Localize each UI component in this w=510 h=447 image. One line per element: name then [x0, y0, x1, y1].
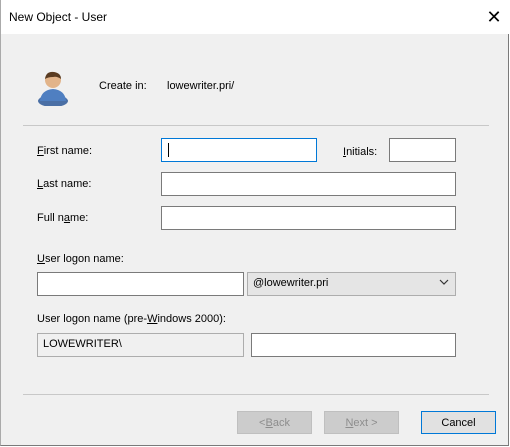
create-in-label: Create in: — [99, 80, 147, 92]
pre2000-label: User logon name (pre-Windows 2000): — [37, 313, 226, 325]
new-object-user-dialog: New Object - User ✕ Create in: lowewrite… — [0, 0, 510, 446]
logon-name-input[interactable] — [37, 272, 244, 296]
last-name-label: Last name: — [37, 178, 92, 190]
last-name-input[interactable] — [161, 172, 456, 196]
initials-label: Initials: — [343, 146, 378, 158]
divider-bottom — [23, 394, 489, 395]
first-name-label: First name: — [37, 145, 93, 157]
chevron-down-icon — [439, 279, 449, 285]
title-bar: New Object - User ✕ — [1, 0, 510, 34]
create-in-value: lowewriter.pri/ — [167, 80, 235, 92]
initials-input[interactable] — [389, 138, 456, 162]
full-name-input[interactable] — [161, 206, 456, 230]
close-icon[interactable]: ✕ — [477, 0, 510, 34]
cancel-button[interactable]: Cancel — [421, 411, 496, 434]
user-icon — [38, 71, 68, 106]
pre2000-domain-prefix: LOWEWRITER\ — [37, 333, 244, 357]
window-title: New Object - User — [9, 10, 108, 24]
domain-select-value: @lowewriter.pri — [253, 277, 329, 289]
first-name-input[interactable] — [161, 138, 317, 162]
next-button[interactable]: Next > — [324, 411, 399, 434]
domain-select[interactable]: @lowewriter.pri — [247, 272, 456, 296]
text-caret — [168, 143, 169, 157]
logon-name-label: User logon name: — [37, 253, 124, 265]
pre2000-logon-input[interactable] — [251, 333, 456, 357]
full-name-label: Full name: — [37, 212, 89, 224]
back-button[interactable]: < Back — [237, 411, 312, 434]
divider-top — [23, 125, 489, 126]
